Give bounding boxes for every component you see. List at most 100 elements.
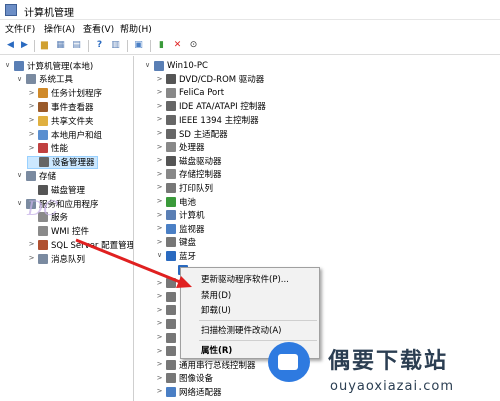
device-item[interactable]: > 图像设备 (155, 372, 213, 385)
expand-chevron-icon[interactable]: > (155, 238, 164, 247)
update-driver-icon[interactable]: ▮ (155, 39, 168, 52)
expand-chevron-icon[interactable]: > (155, 374, 164, 383)
tree-item[interactable]: 设备管理器 (27, 155, 98, 169)
expand-chevron-icon[interactable]: > (155, 75, 164, 84)
help-icon[interactable]: ? (93, 39, 106, 52)
scan-hardware-icon[interactable]: ▣ (132, 39, 145, 52)
menu-update-driver[interactable]: 更新驱动程序软件(P)... (201, 273, 289, 285)
device-item[interactable]: > 监视器 (155, 222, 205, 235)
tree-item[interactable]: > 性能 (27, 142, 68, 155)
device-item[interactable]: > 打印队列 (155, 181, 213, 194)
menu-action[interactable]: 操作(A) (44, 22, 75, 35)
device-icon (166, 318, 176, 329)
device-item[interactable]: ∨ 蓝牙 (155, 249, 196, 262)
expand-chevron-icon[interactable]: > (155, 347, 164, 356)
device-item[interactable]: > (155, 345, 179, 358)
tree-item[interactable]: > SQL Server 配置管理器 (27, 238, 133, 251)
expand-chevron-icon[interactable]: > (155, 319, 164, 328)
watermark-logo: DC (27, 196, 59, 220)
menu-scan-hardware[interactable]: 扫描检测硬件改动(A) (201, 324, 281, 336)
uninstall-icon[interactable]: ✕ (171, 39, 184, 52)
expand-chevron-icon[interactable]: > (155, 143, 164, 152)
expand-chevron-icon[interactable]: > (155, 360, 164, 369)
menu-view[interactable]: 查看(V) (83, 22, 114, 35)
device-item[interactable]: > SD 主适配器 (155, 127, 228, 140)
device-item[interactable]: > (155, 277, 179, 290)
device-item[interactable]: > (155, 317, 179, 330)
show-hide-tree-icon[interactable]: ▦ (54, 39, 67, 52)
expand-chevron-icon[interactable]: > (155, 183, 164, 192)
tree-item[interactable]: > 共享文件夹 (27, 114, 94, 127)
device-item[interactable]: > 通用串行总线控制器 (155, 358, 256, 371)
properties-icon[interactable]: ▤ (70, 39, 83, 52)
expand-chevron-icon[interactable]: > (27, 144, 36, 153)
expand-chevron-icon[interactable]: > (27, 254, 36, 263)
device-item-label: FeliCa Port (179, 87, 225, 98)
device-item[interactable]: > 键盘 (155, 236, 196, 249)
device-item[interactable]: > FeliCa Port (155, 86, 224, 99)
expand-chevron-icon[interactable]: > (27, 89, 36, 98)
collapse-chevron-icon[interactable]: ∨ (15, 171, 24, 180)
device-item[interactable]: > (155, 304, 179, 317)
tree-item[interactable]: 磁盘管理 (27, 183, 85, 196)
collapse-chevron-icon[interactable]: ∨ (15, 199, 24, 208)
expand-chevron-icon[interactable]: > (155, 197, 164, 206)
device-item[interactable]: > (155, 290, 179, 303)
device-item-label: 处理器 (179, 143, 205, 154)
expand-chevron-icon[interactable]: > (155, 156, 164, 165)
forward-icon[interactable]: ▶ (18, 39, 31, 52)
expand-chevron-icon[interactable]: > (27, 102, 36, 111)
menu-properties[interactable]: 属性(R) (201, 344, 232, 356)
menu-uninstall[interactable]: 卸载(U) (201, 304, 231, 316)
device-item[interactable]: > IDE ATA/ATAPI 控制器 (155, 100, 266, 113)
device-item[interactable]: > 存储控制器 (155, 168, 222, 181)
expand-chevron-icon[interactable]: > (27, 116, 36, 125)
sd-icon (166, 128, 176, 139)
expand-chevron-icon[interactable]: > (155, 292, 164, 301)
tree-item[interactable]: > 消息队列 (27, 252, 85, 265)
back-icon[interactable]: ◀ (4, 39, 17, 52)
expand-chevron-icon[interactable]: > (155, 306, 164, 315)
menu-disable[interactable]: 禁用(D) (201, 289, 231, 301)
tree-item[interactable]: > 本地用户和组 (27, 128, 102, 141)
collapse-chevron-icon[interactable]: ∨ (3, 61, 12, 70)
expand-chevron-icon[interactable]: > (155, 88, 164, 97)
device-item[interactable]: > 网络适配器 (155, 385, 222, 398)
device-item[interactable]: > IEEE 1394 主控制器 (155, 113, 259, 126)
expand-chevron-icon[interactable]: > (155, 102, 164, 111)
collapse-chevron-icon[interactable]: ∨ (143, 61, 152, 70)
device-item[interactable]: > 电池 (155, 195, 196, 208)
view-icon[interactable]: ▥ (109, 39, 122, 52)
expand-chevron-icon[interactable]: > (155, 115, 164, 124)
tree-item[interactable]: > 任务计划程序 (27, 87, 102, 100)
expand-chevron-icon[interactable]: > (155, 387, 164, 396)
expand-chevron-icon[interactable]: > (27, 130, 36, 139)
device-item[interactable]: > 磁盘驱动器 (155, 154, 222, 167)
device-item[interactable]: > DVD/CD-ROM 驱动器 (155, 73, 264, 86)
menu-file[interactable]: 文件(F) (5, 22, 35, 35)
expand-chevron-icon[interactable]: > (155, 333, 164, 342)
expand-chevron-icon[interactable]: > (155, 279, 164, 288)
expand-chevron-icon[interactable]: > (155, 170, 164, 179)
expand-chevron-icon[interactable]: > (155, 211, 164, 220)
device-item[interactable]: ∨ Win10-PC (143, 59, 208, 72)
tree-item[interactable]: WMI 控件 (27, 225, 89, 238)
menu-separator (199, 320, 317, 321)
menu-help[interactable]: 帮助(H) (120, 22, 152, 35)
device-item-label: 蓝牙 (179, 251, 197, 262)
up-folder-icon[interactable]: ▆ (38, 39, 51, 52)
collapse-chevron-icon[interactable]: ∨ (15, 75, 24, 84)
toolbar-separator (127, 40, 128, 52)
device-item[interactable]: > (155, 331, 179, 344)
expand-chevron-icon[interactable]: > (27, 240, 36, 249)
tree-item[interactable]: ∨ 存储 (15, 169, 56, 182)
collapse-chevron-icon[interactable]: ∨ (155, 251, 164, 260)
tree-item[interactable]: ∨ 计算机管理(本地) (3, 59, 93, 72)
download-driver-icon[interactable]: ⊙ (187, 39, 200, 52)
device-item[interactable]: > 处理器 (155, 141, 205, 154)
tree-item[interactable]: > 事件查看器 (27, 100, 94, 113)
tree-item[interactable]: ∨ 系统工具 (15, 73, 73, 86)
expand-chevron-icon[interactable]: > (155, 129, 164, 138)
device-item[interactable]: > 计算机 (155, 209, 205, 222)
expand-chevron-icon[interactable]: > (155, 224, 164, 233)
